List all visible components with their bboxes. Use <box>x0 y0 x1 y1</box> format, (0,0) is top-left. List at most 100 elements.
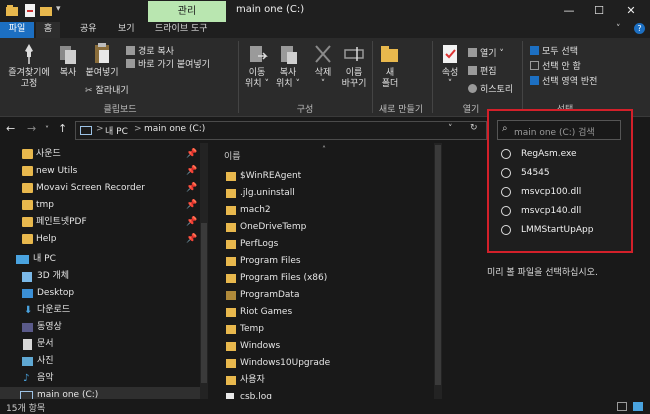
pin-icon[interactable]: 📌 <box>186 146 197 163</box>
address-bar[interactable]: > 내 PC > main one (C:) ˅ ↻ <box>75 121 487 140</box>
address-dropdown-icon[interactable]: ˅ <box>448 124 453 134</box>
tab-home[interactable]: 홈 <box>36 22 60 38</box>
cube-icon <box>22 272 32 282</box>
sidebar-item-documents[interactable]: 문서 <box>0 336 200 353</box>
paste-shortcut-button[interactable]: 바로 가기 붙여넣기 <box>126 57 210 70</box>
ribbon-expand-icon[interactable]: ˅ <box>616 24 621 34</box>
up-arrow-icon[interactable]: ↑ <box>58 122 67 135</box>
list-item[interactable]: 사용자 <box>222 372 432 389</box>
history-button[interactable]: 히스토리 <box>468 82 513 95</box>
details-view-icon[interactable] <box>617 402 627 411</box>
history-icon <box>468 84 477 93</box>
pin-icon[interactable]: 📌 <box>186 163 197 180</box>
breadcrumb-drive[interactable]: main one (C:) <box>144 124 205 134</box>
sidebar-item-tmp[interactable]: tmp 📌 <box>0 197 200 214</box>
quick-access-dropdown-icon[interactable]: ▾ <box>56 4 68 17</box>
copy-path-button[interactable]: 경로 복사 <box>126 44 174 57</box>
sidebar-item-movavi[interactable]: Movavi Screen Recorder 📌 <box>0 180 200 197</box>
pin-icon[interactable]: 📌 <box>186 197 197 214</box>
pin-icon[interactable]: 📌 <box>186 180 197 197</box>
minimize-button[interactable]: — <box>554 2 584 20</box>
sidebar-item-3d-objects[interactable]: 3D 개체 <box>0 268 200 285</box>
sidebar-item-music[interactable]: ♪ 음악 <box>0 370 200 387</box>
new-folder-quick-icon[interactable] <box>40 4 52 17</box>
refresh-icon[interactable]: ↻ <box>470 123 478 133</box>
sidebar-item-desktop[interactable]: Desktop <box>0 285 200 302</box>
tab-manage[interactable]: 관리 <box>148 1 226 22</box>
copy-to-button[interactable]: 복사 위치 ˅ <box>273 42 303 90</box>
search-suggestion[interactable]: RegAsm.exe <box>497 145 625 164</box>
file-list-scrollbar[interactable] <box>434 143 442 399</box>
sidebar-item-this-pc[interactable]: 내 PC <box>0 251 200 268</box>
sidebar-item-pictures[interactable]: 사진 <box>0 353 200 370</box>
edit-icon <box>468 66 477 75</box>
delete-button[interactable]: 삭제 ˅ <box>310 42 336 90</box>
list-item[interactable]: Riot Games <box>222 304 432 321</box>
pin-quick-access-button[interactable]: 즐겨찾기에 고정 <box>4 42 54 90</box>
list-item[interactable]: mach2 <box>222 202 432 219</box>
back-arrow-icon[interactable]: ← <box>6 122 15 135</box>
list-item[interactable]: csb.log <box>222 389 432 399</box>
list-item[interactable]: Temp <box>222 321 432 338</box>
list-item[interactable]: Windows10Upgrade <box>222 355 432 372</box>
new-folder-label-1: 새 <box>385 68 395 78</box>
copy-button[interactable]: 복사 <box>55 42 81 79</box>
sidebar-item-sound[interactable]: 사운드 📌 <box>0 146 200 163</box>
invert-selection-button[interactable]: 선택 영역 반전 <box>530 74 597 87</box>
maximize-button[interactable]: ☐ <box>584 2 614 20</box>
column-header-name[interactable]: 이름 ˄ <box>222 145 432 163</box>
folder-icon <box>226 325 236 334</box>
sidebar-item-help[interactable]: Help 📌 <box>0 231 200 248</box>
tab-view[interactable]: 보기 <box>118 22 135 38</box>
history-clock-icon <box>501 149 511 159</box>
search-suggestion[interactable]: 54545 <box>497 164 625 183</box>
sidebar-scrollbar-thumb[interactable] <box>201 223 207 383</box>
pin-icon[interactable]: 📌 <box>186 231 197 248</box>
select-none-label: 선택 안 함 <box>542 62 581 72</box>
list-item[interactable]: PerfLogs <box>222 236 432 253</box>
large-icons-view-icon[interactable] <box>633 402 643 411</box>
open-button[interactable]: 열기 ˅ <box>468 46 504 59</box>
folder-icon <box>22 166 33 176</box>
close-button[interactable]: ✕ <box>616 2 646 20</box>
item-count: 15개 항목 <box>6 404 46 414</box>
properties-quick-icon[interactable] <box>24 4 36 17</box>
sidebar-item-downloads[interactable]: ⬇ 다운로드 <box>0 302 200 319</box>
sidebar-item-videos[interactable]: 동영상 <box>0 319 200 336</box>
move-to-button[interactable]: 이동 위치 ˅ <box>242 42 272 90</box>
new-folder-button[interactable]: 새 폴더 <box>377 42 403 90</box>
tab-drive-tools[interactable]: 드라이브 도구 <box>155 22 208 38</box>
cut-button[interactable]: ✂ 잘라내기 <box>85 83 129 96</box>
select-none-button[interactable]: 선택 안 함 <box>530 59 581 72</box>
tab-file[interactable]: 파일 <box>0 22 34 38</box>
search-suggestion[interactable]: LMMStartUpApp <box>497 221 625 240</box>
search-suggestion[interactable]: msvcp100.dll <box>497 183 625 202</box>
paste-button[interactable]: 붙여넣기 <box>82 42 122 79</box>
list-item[interactable]: $WinREAgent <box>222 168 432 185</box>
list-item[interactable]: Program Files (x86) <box>222 270 432 287</box>
list-item-label: ProgramData <box>240 290 300 300</box>
edit-button[interactable]: 편집 <box>468 64 497 77</box>
tab-share[interactable]: 공유 <box>80 22 97 38</box>
list-item[interactable]: ProgramData <box>222 287 432 304</box>
list-item[interactable]: OneDriveTemp <box>222 219 432 236</box>
forward-arrow-icon[interactable]: → <box>27 122 36 135</box>
search-suggestion[interactable]: msvcp140.dll <box>497 202 625 221</box>
list-item[interactable]: Program Files <box>222 253 432 270</box>
list-item[interactable]: .jlg.uninstall <box>222 185 432 202</box>
recent-locations-icon[interactable]: ˅ <box>45 125 49 134</box>
properties-button[interactable]: 속성 ˅ <box>437 42 463 90</box>
pin-icon[interactable]: 📌 <box>186 214 197 231</box>
file-list-scrollbar-thumb[interactable] <box>435 145 441 385</box>
list-item[interactable]: Windows <box>222 338 432 355</box>
help-icon[interactable]: ? <box>634 23 645 34</box>
search-input[interactable]: ⌕ main one (C:) 검색 <box>497 120 621 140</box>
sidebar-item-new-utils[interactable]: new Utils 📌 <box>0 163 200 180</box>
sidebar-scrollbar[interactable] <box>200 143 208 399</box>
select-all-button[interactable]: 모두 선택 <box>530 44 578 57</box>
sidebar-item-paintnet-pdf[interactable]: 페인트넷PDF 📌 <box>0 214 200 231</box>
copy-label: 복사 <box>59 68 77 78</box>
breadcrumb-this-pc[interactable]: 내 PC <box>105 124 128 137</box>
sidebar-item-main-drive[interactable]: main one (C:) <box>0 387 200 399</box>
rename-button[interactable]: 이름 바꾸기 <box>338 42 370 90</box>
